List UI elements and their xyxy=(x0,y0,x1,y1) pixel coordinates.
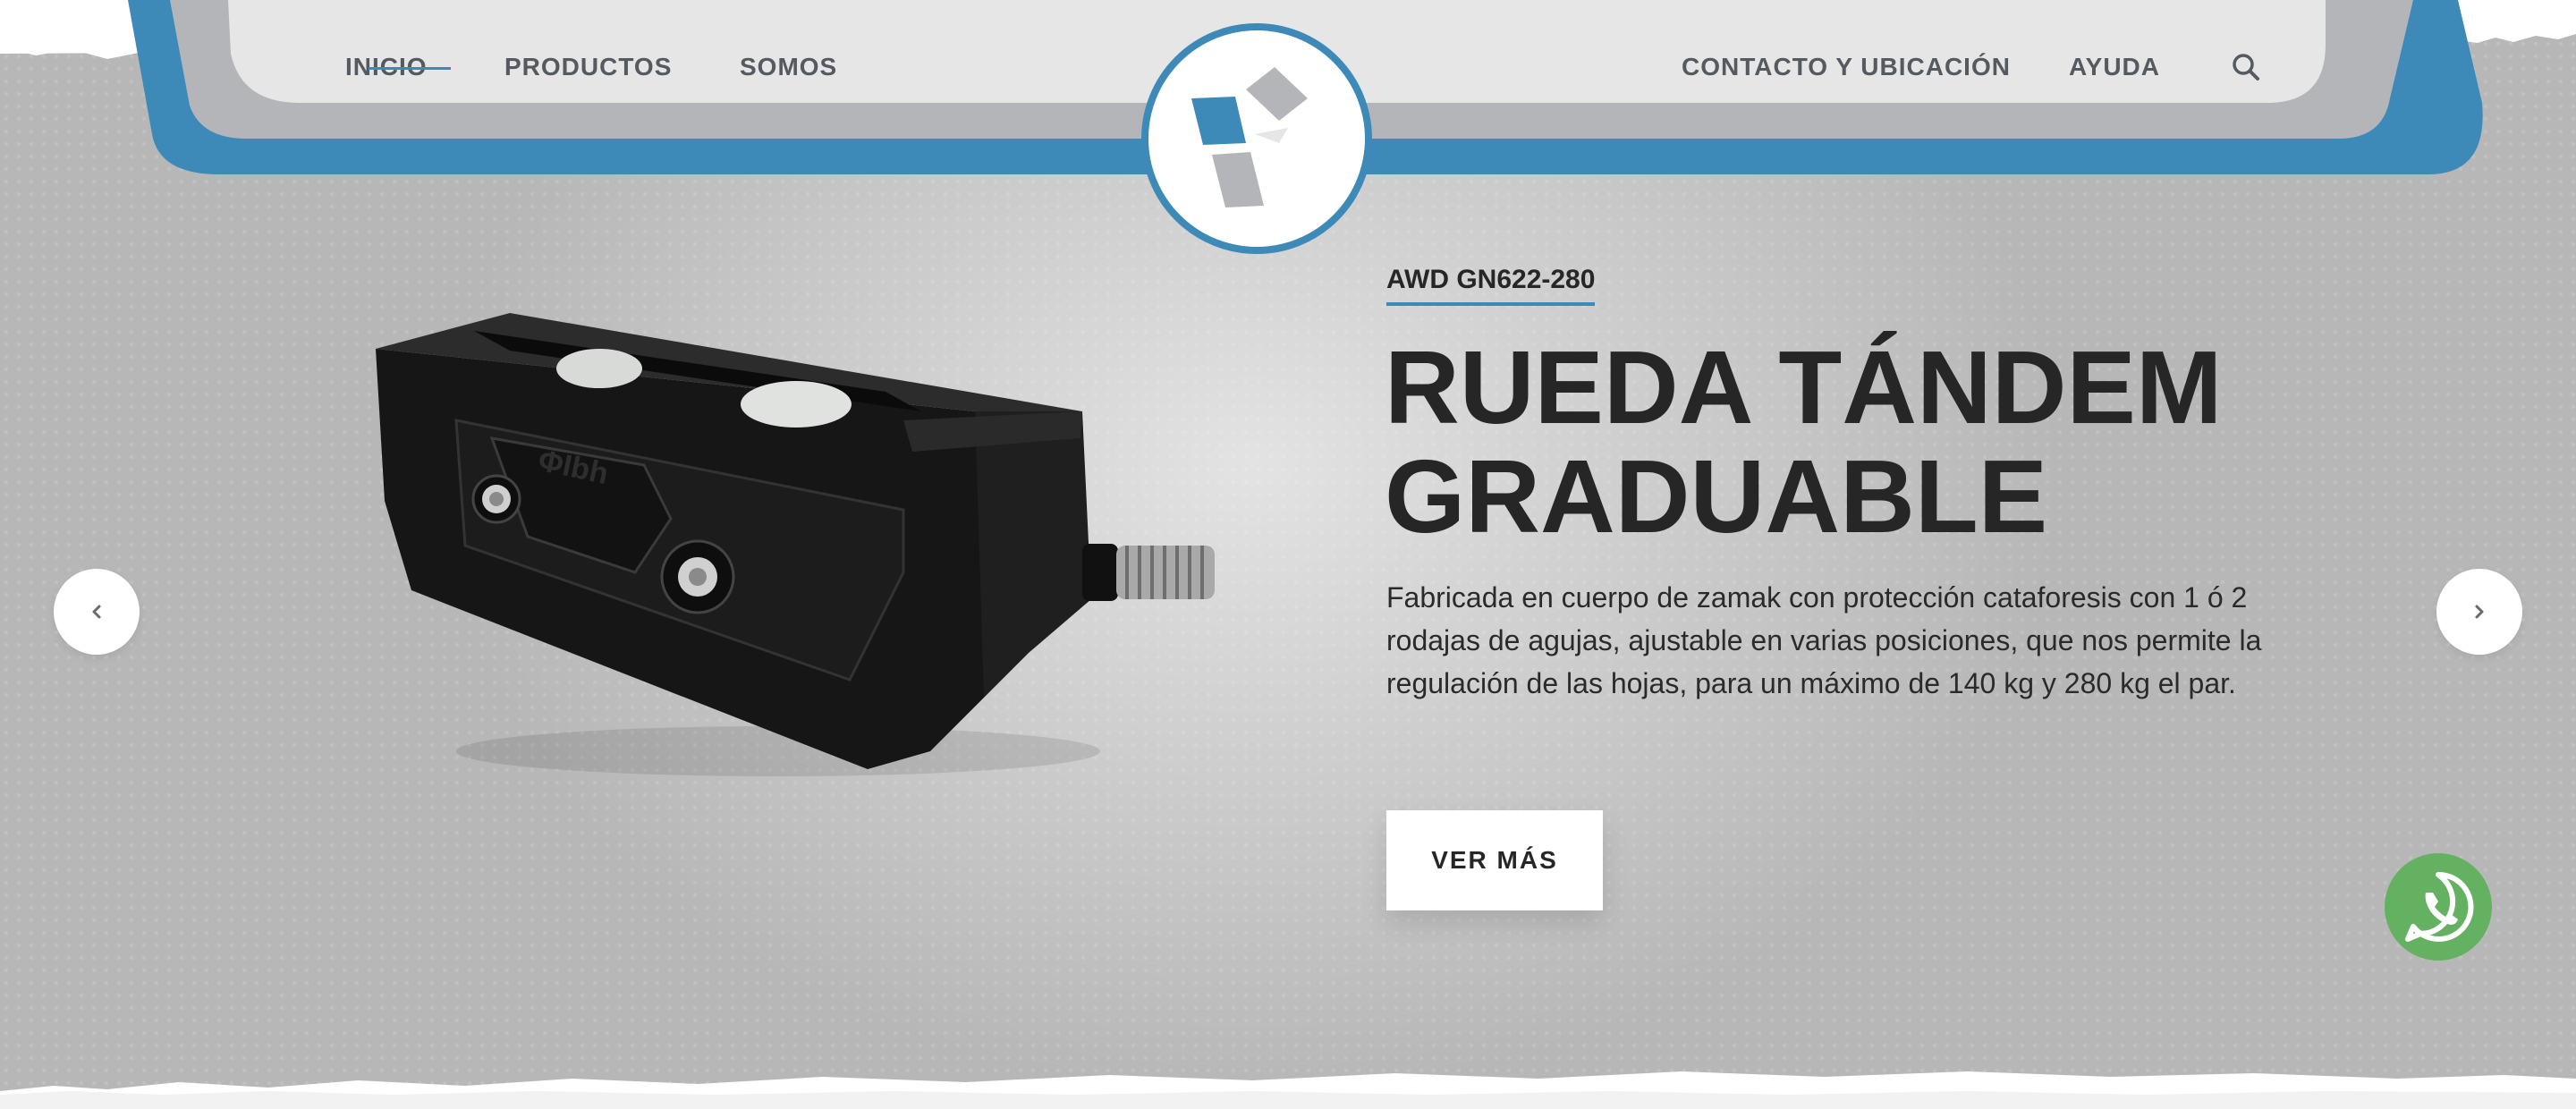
slide-description: Fabricada en cuerpo de zamak con protecc… xyxy=(1386,581,2262,699)
search-icon[interactable] xyxy=(2229,50,2263,84)
chevron-right-icon xyxy=(2475,605,2484,619)
slide-title-line-1: RUEDA TÁNDEM xyxy=(1385,329,2223,445)
torn-paper-bottom-edge xyxy=(0,1071,2576,1109)
brand-logo[interactable] xyxy=(1140,22,1373,255)
product-code: AWD GN622-280 xyxy=(1386,265,1596,306)
slide-title-line-2: GRADUABLE xyxy=(1385,438,2048,554)
chevron-left-icon xyxy=(92,605,101,619)
slide-title: RUEDA TÁNDEM GRADUABLE xyxy=(1385,333,2279,551)
nav-item-contacto[interactable]: CONTACTO Y UBICACIÓN xyxy=(1682,52,2011,82)
whatsapp-icon[interactable] xyxy=(2385,853,2492,961)
ver-mas-button[interactable]: VER MÁS xyxy=(1386,810,1603,910)
nav-item-ayuda[interactable]: AYUDA xyxy=(2069,52,2160,82)
carousel-next-button[interactable] xyxy=(2436,569,2522,655)
carousel-prev-button[interactable] xyxy=(54,569,140,655)
nav-item-inicio[interactable]: INICIO xyxy=(345,52,451,82)
nav-item-somos[interactable]: SOMOS xyxy=(740,52,837,82)
product-image: ΦIbh xyxy=(376,313,1215,776)
nav-item-productos[interactable]: PRODUCTOS xyxy=(504,52,672,82)
